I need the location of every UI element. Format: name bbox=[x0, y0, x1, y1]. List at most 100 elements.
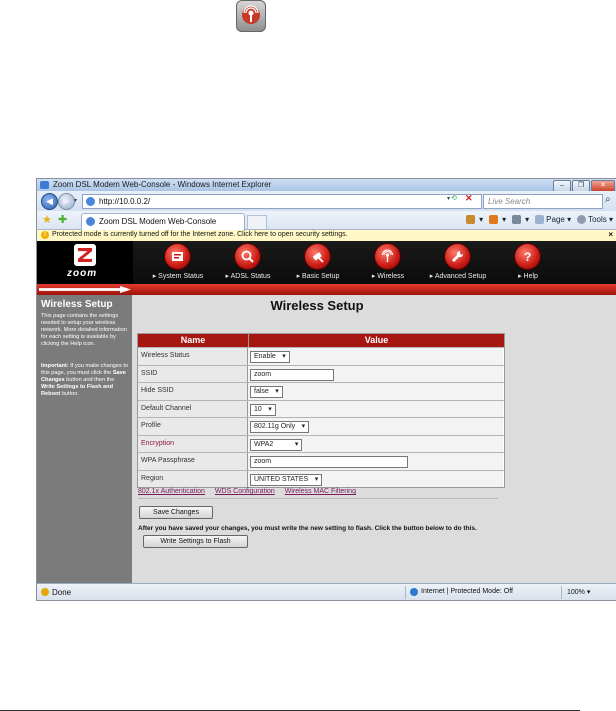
zoom-logo-text: zoom bbox=[67, 268, 98, 279]
row-label: Hide SSID bbox=[138, 383, 248, 400]
default-channel-select[interactable]: 10 bbox=[250, 403, 276, 416]
feeds-button[interactable]: ▾ bbox=[489, 215, 506, 224]
home-button[interactable]: ▾ bbox=[466, 215, 483, 224]
ie-app-icon bbox=[40, 181, 49, 189]
hide-ssid-select[interactable]: false bbox=[250, 386, 283, 398]
row-label: SSID bbox=[138, 365, 248, 382]
column-header-name: Name bbox=[138, 334, 249, 347]
tab-label: Zoom DSL Modem Web-Console bbox=[99, 217, 217, 226]
stop-icon[interactable]: ✕ bbox=[465, 193, 473, 204]
menu-label: ▸ System Status bbox=[152, 273, 204, 280]
menu-item-advanced-setup[interactable]: ▸ Advanced Setup bbox=[423, 241, 493, 284]
table-row: Default Channel 10 bbox=[138, 399, 504, 417]
profile-select[interactable]: 802.11g Only bbox=[250, 421, 310, 433]
wireless-status-select[interactable]: Enable bbox=[250, 351, 290, 363]
write-settings-button[interactable]: Write Settings to Flash bbox=[143, 535, 248, 548]
page-favicon-icon bbox=[86, 197, 95, 206]
menu-label: ▸ Wireless bbox=[371, 273, 405, 280]
menu-item-wireless[interactable]: ▸ Wireless bbox=[353, 241, 423, 284]
page-menu-button[interactable]: Page ▾ bbox=[535, 215, 571, 224]
sidebar-title: Wireless Setup bbox=[41, 299, 113, 310]
menu-label: ▸ Advanced Setup bbox=[429, 273, 487, 280]
tab-zoom-console[interactable]: Zoom DSL Modem Web-Console bbox=[81, 213, 245, 230]
browser-window: Zoom DSL Modem Web-Console - Windows Int… bbox=[36, 178, 616, 601]
menu-item-adsl-status[interactable]: ▸ ADSL Status bbox=[213, 241, 283, 284]
help-sidebar: Wireless Setup This page contains the se… bbox=[37, 295, 132, 583]
wrench-icon bbox=[445, 244, 470, 269]
magnifier-icon bbox=[235, 244, 260, 269]
wpa-passphrase-input[interactable]: zoom bbox=[250, 456, 408, 468]
status-text: Done bbox=[52, 588, 72, 597]
url-dropdown-icon[interactable]: ▾ bbox=[447, 195, 450, 202]
link-8021x-authentication[interactable]: 802.1x Authentication bbox=[138, 488, 205, 495]
info-bar-message: Protected mode is currently turned off f… bbox=[52, 231, 348, 238]
zoom-level[interactable]: 100% ▾ bbox=[567, 588, 590, 596]
help-icon: ? bbox=[515, 244, 540, 269]
table-row: Hide SSID false bbox=[138, 382, 504, 400]
menu-item-basic-setup[interactable]: ▸ Basic Setup bbox=[283, 241, 353, 284]
tools-menu-button[interactable]: Tools ▾ bbox=[577, 215, 613, 224]
search-icon[interactable]: ⌕ bbox=[605, 194, 611, 205]
print-icon bbox=[512, 215, 522, 224]
zoom-header: zoom ▸ System Status ▸ ADSL Status ▸ Bas… bbox=[37, 241, 616, 284]
search-placeholder: Live Search bbox=[488, 197, 531, 206]
forward-button[interactable]: ▶ bbox=[58, 193, 75, 210]
wireless-tower-icon bbox=[236, 0, 266, 32]
add-favorites-icon[interactable]: ✚ bbox=[58, 213, 67, 226]
divider bbox=[561, 586, 562, 599]
search-input[interactable]: Live Search bbox=[483, 194, 603, 209]
row-label: Encryption bbox=[138, 435, 248, 452]
page-status-icon bbox=[41, 588, 49, 596]
divider bbox=[138, 498, 498, 499]
tab-bar: ★ ✚ Zoom DSL Modem Web-Console ▾ ▾ ▾ Pag… bbox=[37, 211, 616, 230]
row-label: WPA Passphrase bbox=[138, 453, 248, 470]
menu-label: ▸ Help bbox=[518, 273, 538, 280]
row-label: Profile bbox=[138, 418, 248, 435]
table-row: Profile 802.11g Only bbox=[138, 417, 504, 435]
table-row: Wireless Status Enable bbox=[138, 347, 504, 365]
close-info-bar-icon[interactable]: × bbox=[608, 230, 613, 239]
sidebar-important-note: Important: If you make changes to this p… bbox=[41, 363, 129, 397]
wireless-icon bbox=[375, 244, 400, 269]
header-red-bar bbox=[37, 284, 616, 295]
address-bar: ◀ ▶ ▾ http://10.0.0.2/ ▾ ⟲ ✕ Live Search… bbox=[37, 191, 616, 211]
table-header: Name Value bbox=[138, 334, 504, 347]
wireless-settings-table: Name Value Wireless Status Enable SSID z… bbox=[137, 333, 505, 488]
row-label: Wireless Status bbox=[138, 348, 248, 365]
menu-item-help[interactable]: ? ▸ Help bbox=[493, 241, 563, 284]
history-dropdown-icon[interactable]: ▾ bbox=[74, 197, 77, 204]
row-label: Region bbox=[138, 470, 248, 487]
arrow-icon bbox=[39, 286, 131, 293]
gear-icon bbox=[577, 215, 587, 224]
svg-text:?: ? bbox=[524, 250, 531, 264]
url-text: http://10.0.0.2/ bbox=[99, 197, 151, 206]
zoom-logo-icon bbox=[74, 244, 96, 266]
home-icon bbox=[466, 215, 476, 224]
sidebar-description: This page contains the settings needed t… bbox=[41, 313, 127, 347]
region-select[interactable]: UNITED STATES bbox=[250, 473, 323, 486]
column-header-value: Value bbox=[364, 335, 389, 345]
menu-label: ▸ Basic Setup bbox=[296, 273, 340, 280]
link-wireless-mac-filtering[interactable]: Wireless MAC Filtering bbox=[285, 488, 356, 495]
plug-icon bbox=[305, 244, 330, 269]
page-title: Wireless Setup bbox=[270, 298, 364, 313]
print-button[interactable]: ▾ bbox=[512, 215, 529, 224]
refresh-icon[interactable]: ⟲ bbox=[451, 194, 457, 202]
status-bar: Done Internet | Protected Mode: Off 100%… bbox=[37, 583, 616, 600]
favorites-star-icon[interactable]: ★ bbox=[42, 213, 52, 226]
ssid-input[interactable]: zoom bbox=[250, 368, 334, 381]
tab-favicon-icon bbox=[86, 217, 95, 226]
link-wds-configuration[interactable]: WDS Configuration bbox=[215, 488, 275, 495]
url-input[interactable]: http://10.0.0.2/ bbox=[82, 194, 482, 209]
table-row: Encryption WPA2 bbox=[138, 434, 504, 452]
main-content: Wireless Setup Name Value Wireless Statu… bbox=[132, 295, 616, 583]
back-button[interactable]: ◀ bbox=[41, 193, 58, 210]
system-status-icon bbox=[165, 244, 190, 269]
main-menu: ▸ System Status ▸ ADSL Status ▸ Basic Se… bbox=[133, 241, 616, 284]
security-zone-text[interactable]: Internet | Protected Mode: Off bbox=[421, 588, 513, 595]
warning-icon: ! bbox=[41, 231, 49, 239]
new-tab-button[interactable] bbox=[247, 215, 267, 229]
menu-item-system-status[interactable]: ▸ System Status bbox=[143, 241, 213, 284]
save-changes-button[interactable]: Save Changes bbox=[139, 506, 213, 519]
encryption-select[interactable]: WPA2 bbox=[250, 438, 303, 451]
